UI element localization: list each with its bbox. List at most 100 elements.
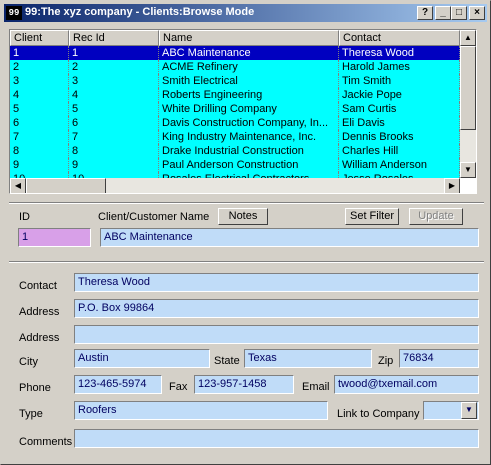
table-cell-rec-id: 3 <box>69 74 159 88</box>
table-row[interactable]: 7 7 King Industry Maintenance, Inc. Dennis … <box>10 130 460 144</box>
table-cell-client: 3 <box>10 74 69 88</box>
minimize-button[interactable]: _ <box>435 6 451 20</box>
table-cell-contact: Sam Curtis <box>339 102 460 116</box>
id-field[interactable]: 1 <box>18 228 91 247</box>
fax-field[interactable]: 123-957-1458 <box>194 375 294 394</box>
table-row[interactable]: 4 4 Roberts Engineering Jackie Pope <box>10 88 460 102</box>
table-cell-contact: William Anderson <box>339 158 460 172</box>
zip-label: Zip <box>378 355 394 367</box>
email-field[interactable]: twood@txemail.com <box>334 375 479 394</box>
table-cell-name: ABC Maintenance <box>159 46 339 60</box>
table-cell-name: Paul Anderson Construction <box>159 158 339 172</box>
title-bar[interactable]: 99 99:The xyz company - Clients:Browse M… <box>4 4 487 22</box>
contact-label: Contact <box>19 280 57 292</box>
address2-label: Address <box>19 332 60 344</box>
table-cell-client: 1 <box>10 46 69 60</box>
table-row[interactable]: 6 6 Davis Construction Company, In... Eli D… <box>10 116 460 130</box>
grid-horizontal-scrollbar[interactable]: ◀ ▶ <box>10 178 460 193</box>
address-line1-field[interactable]: P.O. Box 99864 <box>74 299 479 318</box>
table-cell-contact: Harold James <box>339 60 460 74</box>
zip-field[interactable]: 76834 <box>399 349 479 368</box>
column-header-rec-id[interactable]: Rec Id <box>69 30 159 46</box>
help-button[interactable]: ? <box>417 6 433 20</box>
window-title: 99:The xyz company - Clients:Browse Mode <box>25 6 255 18</box>
set-filter-button[interactable]: Set Filter <box>345 208 399 225</box>
table-cell-name: Smith Electrical <box>159 74 339 88</box>
table-cell-name: Davis Construction Company, In... <box>159 116 339 130</box>
clients-grid[interactable]: Client Rec Id Name Contact 1 1 ABC Mainten… <box>9 29 477 194</box>
table-cell-rec-id: 7 <box>69 130 159 144</box>
link-to-company-select[interactable]: ▼ <box>423 401 479 420</box>
table-cell-contact: Theresa Wood <box>339 46 460 60</box>
table-cell-contact: Charles Hill <box>339 144 460 158</box>
type-label: Type <box>19 408 43 420</box>
table-cell-rec-id: 8 <box>69 144 159 158</box>
table-cell-contact: Jackie Pope <box>339 88 460 102</box>
chevron-down-icon[interactable]: ▼ <box>461 402 477 419</box>
table-cell-rec-id: 1 <box>69 46 159 60</box>
table-row[interactable]: 9 9 Paul Anderson Construction William Ande… <box>10 158 460 172</box>
id-label: ID <box>19 211 30 223</box>
column-header-client[interactable]: Client <box>10 30 69 46</box>
app-icon: 99 <box>6 6 22 20</box>
column-header-name[interactable]: Name <box>159 30 339 46</box>
table-cell-client: 4 <box>10 88 69 102</box>
comments-field[interactable] <box>74 429 479 448</box>
address-line2-field[interactable] <box>74 325 479 344</box>
table-cell-name: ACME Refinery <box>159 60 339 74</box>
client-name-label: Client/Customer Name <box>98 211 210 223</box>
divider <box>9 261 484 263</box>
table-cell-contact: Dennis Brooks <box>339 130 460 144</box>
type-field[interactable]: Roofers <box>74 401 328 420</box>
scroll-left-icon[interactable]: ◀ <box>10 178 26 193</box>
phone-field[interactable]: 123-465-5974 <box>74 375 162 394</box>
address-label: Address <box>19 306 60 318</box>
maximize-button[interactable]: □ <box>451 6 467 20</box>
table-cell-client: 5 <box>10 102 69 116</box>
table-cell-client: 9 <box>10 158 69 172</box>
horizontal-scroll-thumb[interactable] <box>26 178 106 193</box>
comments-label: Comments <box>19 436 73 448</box>
table-cell-rec-id: 9 <box>69 158 159 172</box>
phone-label: Phone <box>19 382 51 394</box>
table-cell-name: White Drilling Company <box>159 102 339 116</box>
scroll-right-icon[interactable]: ▶ <box>444 178 460 193</box>
vertical-scroll-thumb[interactable] <box>460 46 476 130</box>
fax-label: Fax <box>169 381 188 393</box>
table-cell-name: King Industry Maintenance, Inc. <box>159 130 339 144</box>
table-cell-contact: Eli Davis <box>339 116 460 130</box>
notes-button[interactable]: Notes <box>218 208 268 225</box>
link-to-company-label: Link to Company <box>337 408 420 420</box>
table-cell-client: 6 <box>10 116 69 130</box>
client-name-field[interactable]: ABC Maintenance <box>100 228 479 247</box>
table-row[interactable]: 3 3 Smith Electrical Tim Smith <box>10 74 460 88</box>
table-cell-rec-id: 5 <box>69 102 159 116</box>
column-header-contact[interactable]: Contact <box>339 30 460 46</box>
table-row[interactable]: 1 1 ABC Maintenance Theresa Wood <box>10 46 460 60</box>
app-window: 99 99:The xyz company - Clients:Browse M… <box>0 0 491 465</box>
email-label: Email <box>302 381 330 393</box>
table-row[interactable]: 8 8 Drake Industrial Construction Charles H… <box>10 144 460 158</box>
contact-field[interactable]: Theresa Wood <box>74 273 479 292</box>
table-cell-contact: Tim Smith <box>339 74 460 88</box>
table-row[interactable]: 5 5 White Drilling Company Sam Curtis <box>10 102 460 116</box>
table-row[interactable]: 2 2 ACME Refinery Harold James <box>10 60 460 74</box>
city-field[interactable]: Austin <box>74 349 210 368</box>
state-label: State <box>214 355 240 367</box>
table-cell-client: 8 <box>10 144 69 158</box>
grid-vertical-scrollbar[interactable]: ▲ ▼ <box>460 30 476 178</box>
scroll-down-icon[interactable]: ▼ <box>460 162 476 178</box>
city-label: City <box>19 356 38 368</box>
scroll-up-icon[interactable]: ▲ <box>460 30 476 46</box>
state-field[interactable]: Texas <box>244 349 372 368</box>
table-cell-name: Roberts Engineering <box>159 88 339 102</box>
table-cell-client: 7 <box>10 130 69 144</box>
grid-body: Client Rec Id Name Contact 1 1 ABC Mainten… <box>10 30 460 178</box>
divider <box>9 202 484 204</box>
table-cell-rec-id: 4 <box>69 88 159 102</box>
update-button[interactable]: Update <box>409 208 463 225</box>
table-cell-name: Drake Industrial Construction <box>159 144 339 158</box>
table-cell-client: 2 <box>10 60 69 74</box>
close-button[interactable]: × <box>469 6 485 20</box>
table-cell-rec-id: 6 <box>69 116 159 130</box>
